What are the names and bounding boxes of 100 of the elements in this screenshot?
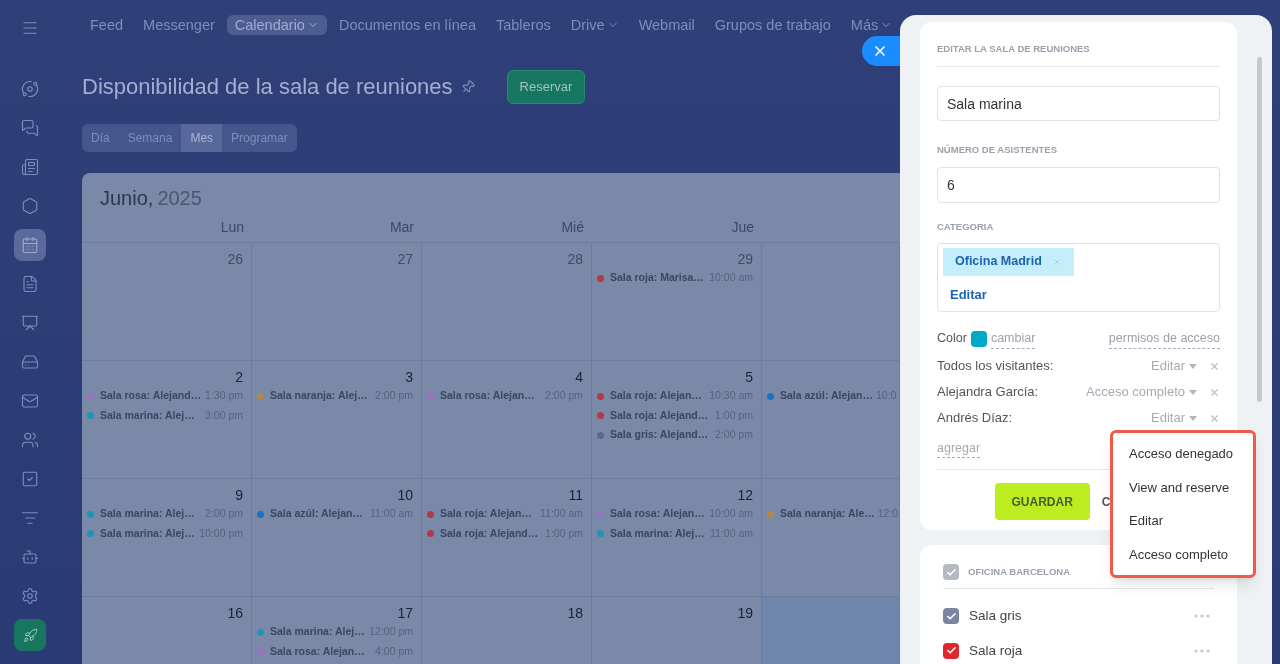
- room-checkbox[interactable]: [943, 608, 959, 625]
- event-title[interactable]: Sala rosa: Alejan…: [610, 506, 705, 523]
- weekday-label: Lun: [220, 217, 244, 237]
- calendar-icon: [21, 236, 39, 254]
- event-title[interactable]: Sala marina: Alej…: [100, 407, 195, 424]
- event-title[interactable]: Sala naranja: Ale…: [780, 506, 875, 523]
- change-link[interactable]: cambiar: [990, 328, 1036, 349]
- event-title[interactable]: Sala naranja: Alej…: [270, 388, 368, 405]
- day-number: 12: [737, 485, 753, 505]
- scrollbar[interactable]: [1257, 57, 1262, 402]
- more-icon[interactable]: [1194, 648, 1210, 653]
- category-field[interactable]: Oficina Madrid Editar: [937, 242, 1220, 312]
- menu-item[interactable]: Editar: [1129, 504, 1253, 538]
- event-title[interactable]: Sala marina: Alej…: [270, 624, 365, 641]
- view-tab[interactable]: Día: [82, 123, 119, 152]
- weekday-label: Mar: [389, 217, 414, 237]
- event-title[interactable]: Sala roja: Alejan…: [610, 388, 702, 405]
- day-number: 5: [745, 367, 753, 387]
- group-label: OFICINA BARCELONA: [968, 565, 1071, 580]
- day-number: 11: [568, 485, 583, 505]
- weekday-label: Mié: [561, 217, 584, 237]
- day-number: 19: [737, 603, 753, 623]
- event-title[interactable]: Sala rosa: Alejan…: [440, 388, 535, 405]
- event-title[interactable]: Sala roja: Alejand…: [440, 525, 539, 542]
- permissions-link[interactable]: permisos de acceso: [1108, 328, 1220, 349]
- access-dropdown[interactable]: Editar: [1151, 408, 1197, 428]
- reserve-button[interactable]: Reservar: [506, 70, 586, 104]
- sidebar-item[interactable]: [14, 229, 46, 261]
- menu-item[interactable]: Acceso completo: [1129, 537, 1253, 571]
- event-title[interactable]: Sala marina: Alej…: [100, 525, 195, 542]
- nav-tab[interactable]: Webmail: [630, 15, 703, 35]
- day-number: 29: [737, 249, 753, 269]
- month-label: Junio,: [100, 185, 154, 211]
- sidebar-item[interactable]: [14, 619, 46, 651]
- nav-tab[interactable]: Messenger: [135, 15, 223, 35]
- event-title[interactable]: Sala roja: Alejan…: [440, 506, 532, 523]
- remove-icon[interactable]: [1209, 360, 1220, 372]
- nav-tab[interactable]: Grupos de trabajo: [706, 15, 839, 35]
- save-button[interactable]: GUARDAR: [994, 483, 1090, 521]
- hexagon-icon: [21, 197, 39, 215]
- close-icon: [872, 43, 888, 59]
- page-title: Disponibilidad de la sala de reuniones: [82, 73, 453, 102]
- event-title[interactable]: Sala roja: Marisa…: [610, 270, 704, 287]
- day-cell[interactable]: 18: [422, 596, 592, 664]
- weekday-label: Jue: [731, 217, 754, 237]
- name-field[interactable]: Sala marina: [937, 86, 1220, 122]
- access-dropdown[interactable]: Editar: [1151, 356, 1197, 376]
- event-title[interactable]: Sala marina: Alej…: [610, 525, 705, 542]
- nav-tab[interactable]: Tableros: [487, 15, 559, 35]
- nav-tab[interactable]: Drive: [562, 15, 627, 35]
- day-number: 9: [235, 485, 243, 505]
- color-swatch[interactable]: [970, 330, 987, 347]
- nav-tab[interactable]: Feed: [82, 15, 132, 35]
- nav-tab[interactable]: Más: [842, 15, 901, 35]
- remove-icon[interactable]: [1209, 412, 1220, 424]
- room-name: Sala gris: [969, 607, 1022, 626]
- day-cell[interactable]: 16: [82, 596, 252, 664]
- checkbox-icon: [21, 470, 39, 488]
- permission-name: Alejandra García:: [937, 383, 1039, 402]
- check-icon: [945, 610, 957, 622]
- event-title[interactable]: Sala roja: Alejand…: [610, 407, 709, 424]
- remove-icon[interactable]: [1209, 386, 1220, 398]
- edit-link[interactable]: Editar: [950, 284, 987, 305]
- view-tab[interactable]: Mes: [181, 123, 223, 152]
- room-name: Sala roja: [969, 641, 1023, 660]
- group-checkbox[interactable]: [943, 564, 959, 581]
- menu-item[interactable]: View and reserve: [1129, 470, 1253, 504]
- day-cell[interactable]: 27: [252, 242, 422, 360]
- event-title[interactable]: Sala rosa: Alejand…: [100, 388, 202, 405]
- view-tab[interactable]: Semana: [118, 123, 182, 152]
- event-title[interactable]: Sala gris: Alejand…: [610, 427, 709, 444]
- nav-tab[interactable]: Documentos en línea: [330, 15, 484, 35]
- add-link[interactable]: agregar: [937, 438, 981, 459]
- presentation-icon: [21, 314, 39, 332]
- event-title[interactable]: Sala rosa: Alejan…: [270, 643, 365, 660]
- day-cell[interactable]: 28: [422, 242, 592, 360]
- nav-tab[interactable]: Calendario: [226, 15, 327, 35]
- event-title[interactable]: Sala azúl: Alejan…: [780, 388, 873, 405]
- access-dropdown[interactable]: Acceso completo: [1086, 382, 1197, 402]
- event-title[interactable]: Sala azúl: Alejan…: [270, 506, 363, 523]
- funnel-icon: [21, 509, 39, 527]
- close-button[interactable]: [862, 36, 902, 66]
- chat-icon: [21, 119, 39, 137]
- field-label: NÚMERO DE ASISTENTES: [937, 143, 1058, 158]
- day-cell[interactable]: 26: [82, 242, 252, 360]
- day-number: 27: [397, 249, 413, 269]
- caret-icon: [1189, 389, 1197, 395]
- cancel-button[interactable]: C: [1101, 492, 1111, 511]
- day-number: 10: [397, 485, 413, 505]
- day-number: 4: [575, 367, 583, 387]
- event-title[interactable]: Sala marina: Alej…: [100, 506, 195, 523]
- more-icon[interactable]: [1194, 614, 1210, 619]
- day-number: 17: [397, 603, 413, 623]
- room-checkbox[interactable]: [943, 642, 959, 659]
- day-number: 26: [227, 249, 243, 269]
- rocket-icon: [22, 627, 38, 643]
- panel-heading: EDITAR LA SALA DE REUNIONES: [937, 22, 1220, 68]
- attendees-field[interactable]: 6: [937, 166, 1220, 203]
- view-tab[interactable]: Programar: [222, 123, 297, 152]
- menu-item[interactable]: Acceso denegado: [1129, 437, 1253, 471]
